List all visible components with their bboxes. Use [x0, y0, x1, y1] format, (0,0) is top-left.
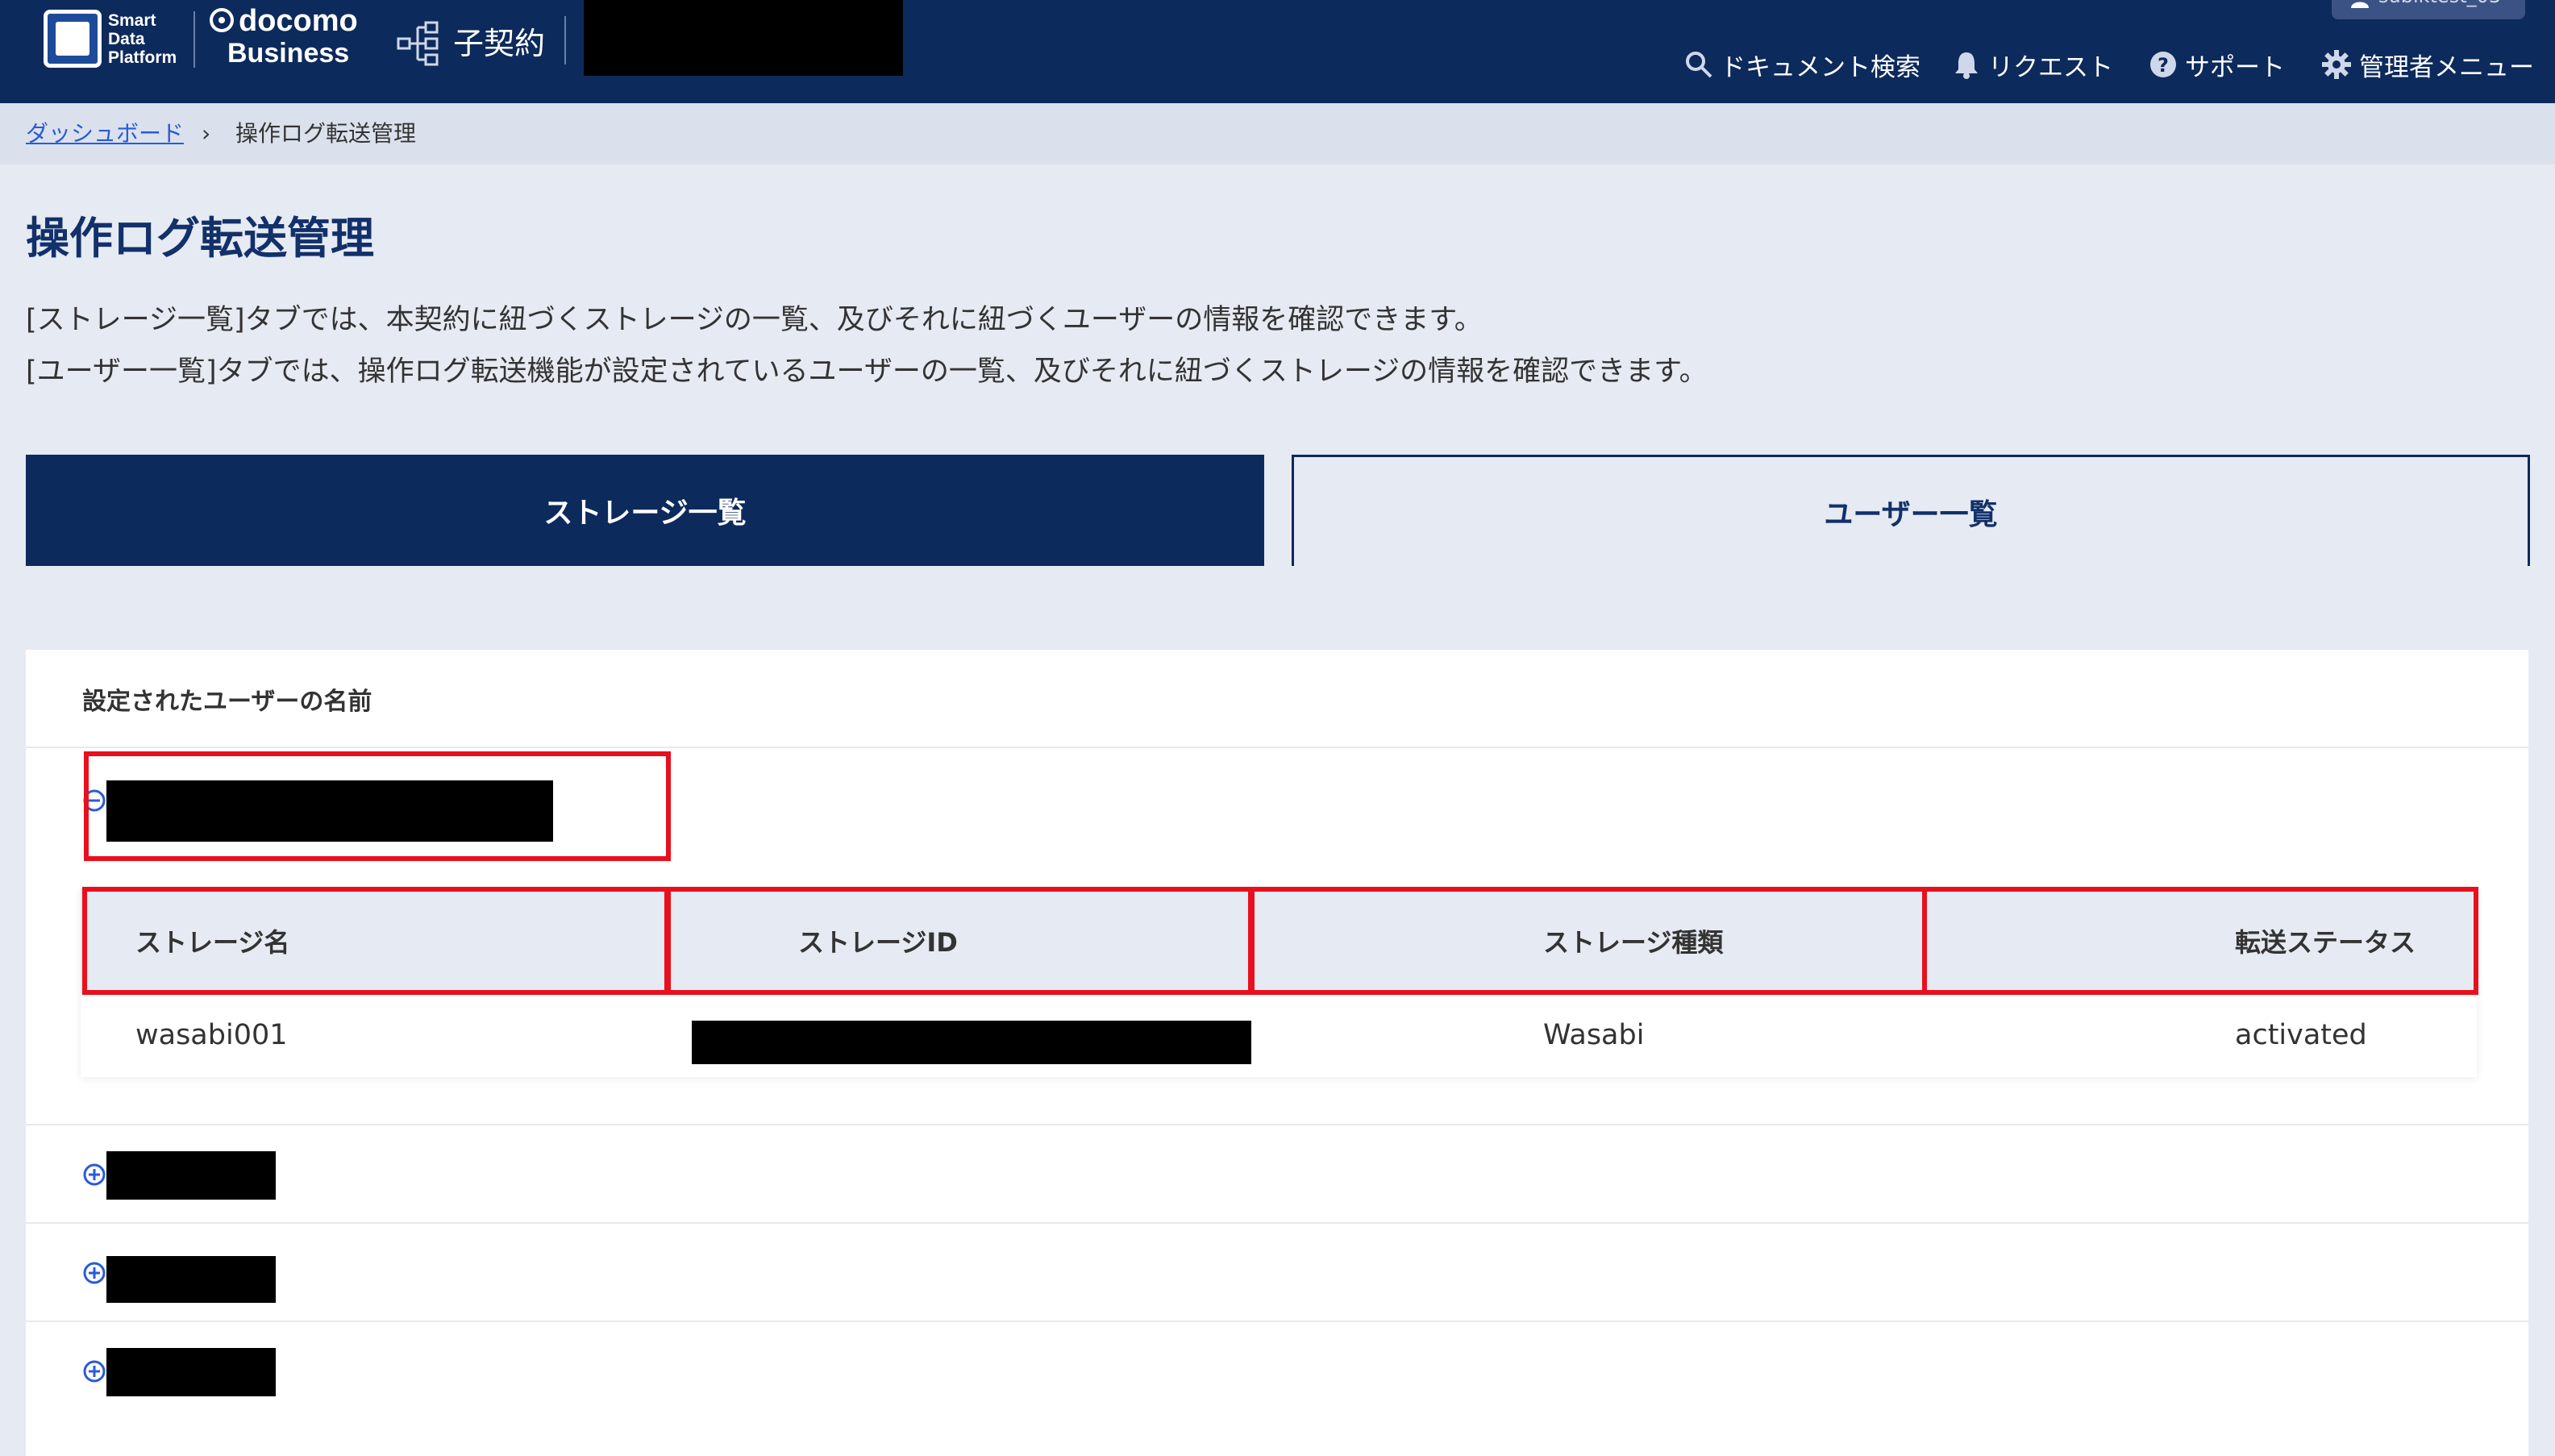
- user-name: sublktest_03: [2378, 0, 2501, 10]
- nav-support[interactable]: ? サポート: [2148, 45, 2285, 84]
- user-list-card: 設定されたユーザーの名前 ストレージ名 ストレージID ストレージ種類 転送ステ…: [26, 650, 2528, 1456]
- logo-line-platform: Platform: [108, 48, 177, 67]
- highlight-column-storage-id: [666, 887, 1253, 995]
- contract-divider: [564, 16, 566, 64]
- page-title: 操作ログ転送管理: [26, 213, 374, 264]
- nav-document-search[interactable]: ドキュメント検索: [1683, 45, 1920, 84]
- breadcrumb-dashboard-link[interactable]: ダッシュボード: [26, 119, 184, 148]
- highlight-user-name: [84, 751, 671, 861]
- smart-data-platform-logo-icon[interactable]: [44, 10, 102, 68]
- smart-data-platform-logo-text: Smart Data Platform: [108, 11, 197, 67]
- redacted-user-name: [106, 1256, 276, 1303]
- bell-icon: [1955, 52, 1978, 79]
- redacted-contract-name: [584, 0, 903, 76]
- org-tree-icon: [397, 21, 439, 66]
- cell-storage-type: Wasabi: [1543, 1019, 1645, 1051]
- row-divider-1: [26, 1124, 2528, 1125]
- card-header-divider: [26, 747, 2528, 748]
- breadcrumb-current: 操作ログ転送管理: [235, 120, 417, 147]
- row-divider-3: [26, 1321, 2528, 1322]
- logo-divider: [193, 11, 195, 68]
- page-description-2: [ユーザー一覧]タブでは、操作ログ転送機能が設定されているユーザーの一覧、及びそ…: [26, 356, 1708, 388]
- redacted-user-name: [106, 1348, 276, 1396]
- logo-line-data: Data: [108, 30, 145, 48]
- contract-label[interactable]: 子契約: [453, 24, 545, 63]
- expand-icon[interactable]: [82, 1261, 106, 1285]
- top-header: Smart Data Platform docomo Business 子契約 …: [0, 0, 2555, 103]
- cell-storage-name: wasabi001: [135, 1019, 288, 1051]
- search-icon: [1686, 52, 1712, 78]
- expand-icon[interactable]: [82, 1163, 106, 1187]
- breadcrumb: ダッシュボード › 操作ログ転送管理: [0, 103, 2555, 164]
- nav-request-label: リクエスト: [1988, 52, 2113, 82]
- highlight-column-storage-type: [1250, 887, 1927, 995]
- row-divider-2: [26, 1222, 2528, 1224]
- business-logo-text: Business: [227, 38, 350, 69]
- card-header: 設定されたユーザーの名前: [82, 688, 372, 716]
- highlight-column-transfer-status: [1922, 887, 2478, 995]
- user-menu[interactable]: sublktest_03: [2332, 0, 2525, 19]
- expand-icon[interactable]: [82, 1359, 106, 1383]
- logo-line-smart: Smart: [108, 11, 156, 30]
- tab-storage-list[interactable]: ストレージ一覧: [26, 455, 1264, 566]
- docomo-logo-text: docomo: [239, 4, 358, 38]
- docomo-mark-icon: [210, 8, 234, 32]
- gear-icon: [2322, 50, 2351, 79]
- user-icon: [2351, 2, 2369, 8]
- nav-request[interactable]: リクエスト: [1951, 45, 2113, 84]
- nav-admin-menu[interactable]: 管理者メニュー: [2320, 45, 2534, 84]
- redacted-user-name: [106, 1151, 276, 1200]
- nav-admin-menu-label: 管理者メニュー: [2359, 52, 2534, 82]
- cell-transfer-status: activated: [2235, 1019, 2367, 1051]
- svg-text:?: ?: [2158, 54, 2169, 77]
- help-icon: ?: [2150, 52, 2176, 77]
- redacted-storage-id: [692, 1021, 1251, 1064]
- tab-user-list[interactable]: ユーザー一覧: [1292, 455, 2530, 566]
- highlight-column-storage-name: [82, 887, 669, 995]
- nav-document-search-label: ドキュメント検索: [1721, 52, 1920, 82]
- nav-support-label: サポート: [2185, 52, 2285, 82]
- page-description-1: [ストレージ一覧]タブでは、本契約に紐づくストレージの一覧、及びそれに紐づくユー…: [26, 304, 1483, 336]
- docomo-logo: docomo: [208, 5, 358, 37]
- breadcrumb-separator: ›: [202, 120, 211, 147]
